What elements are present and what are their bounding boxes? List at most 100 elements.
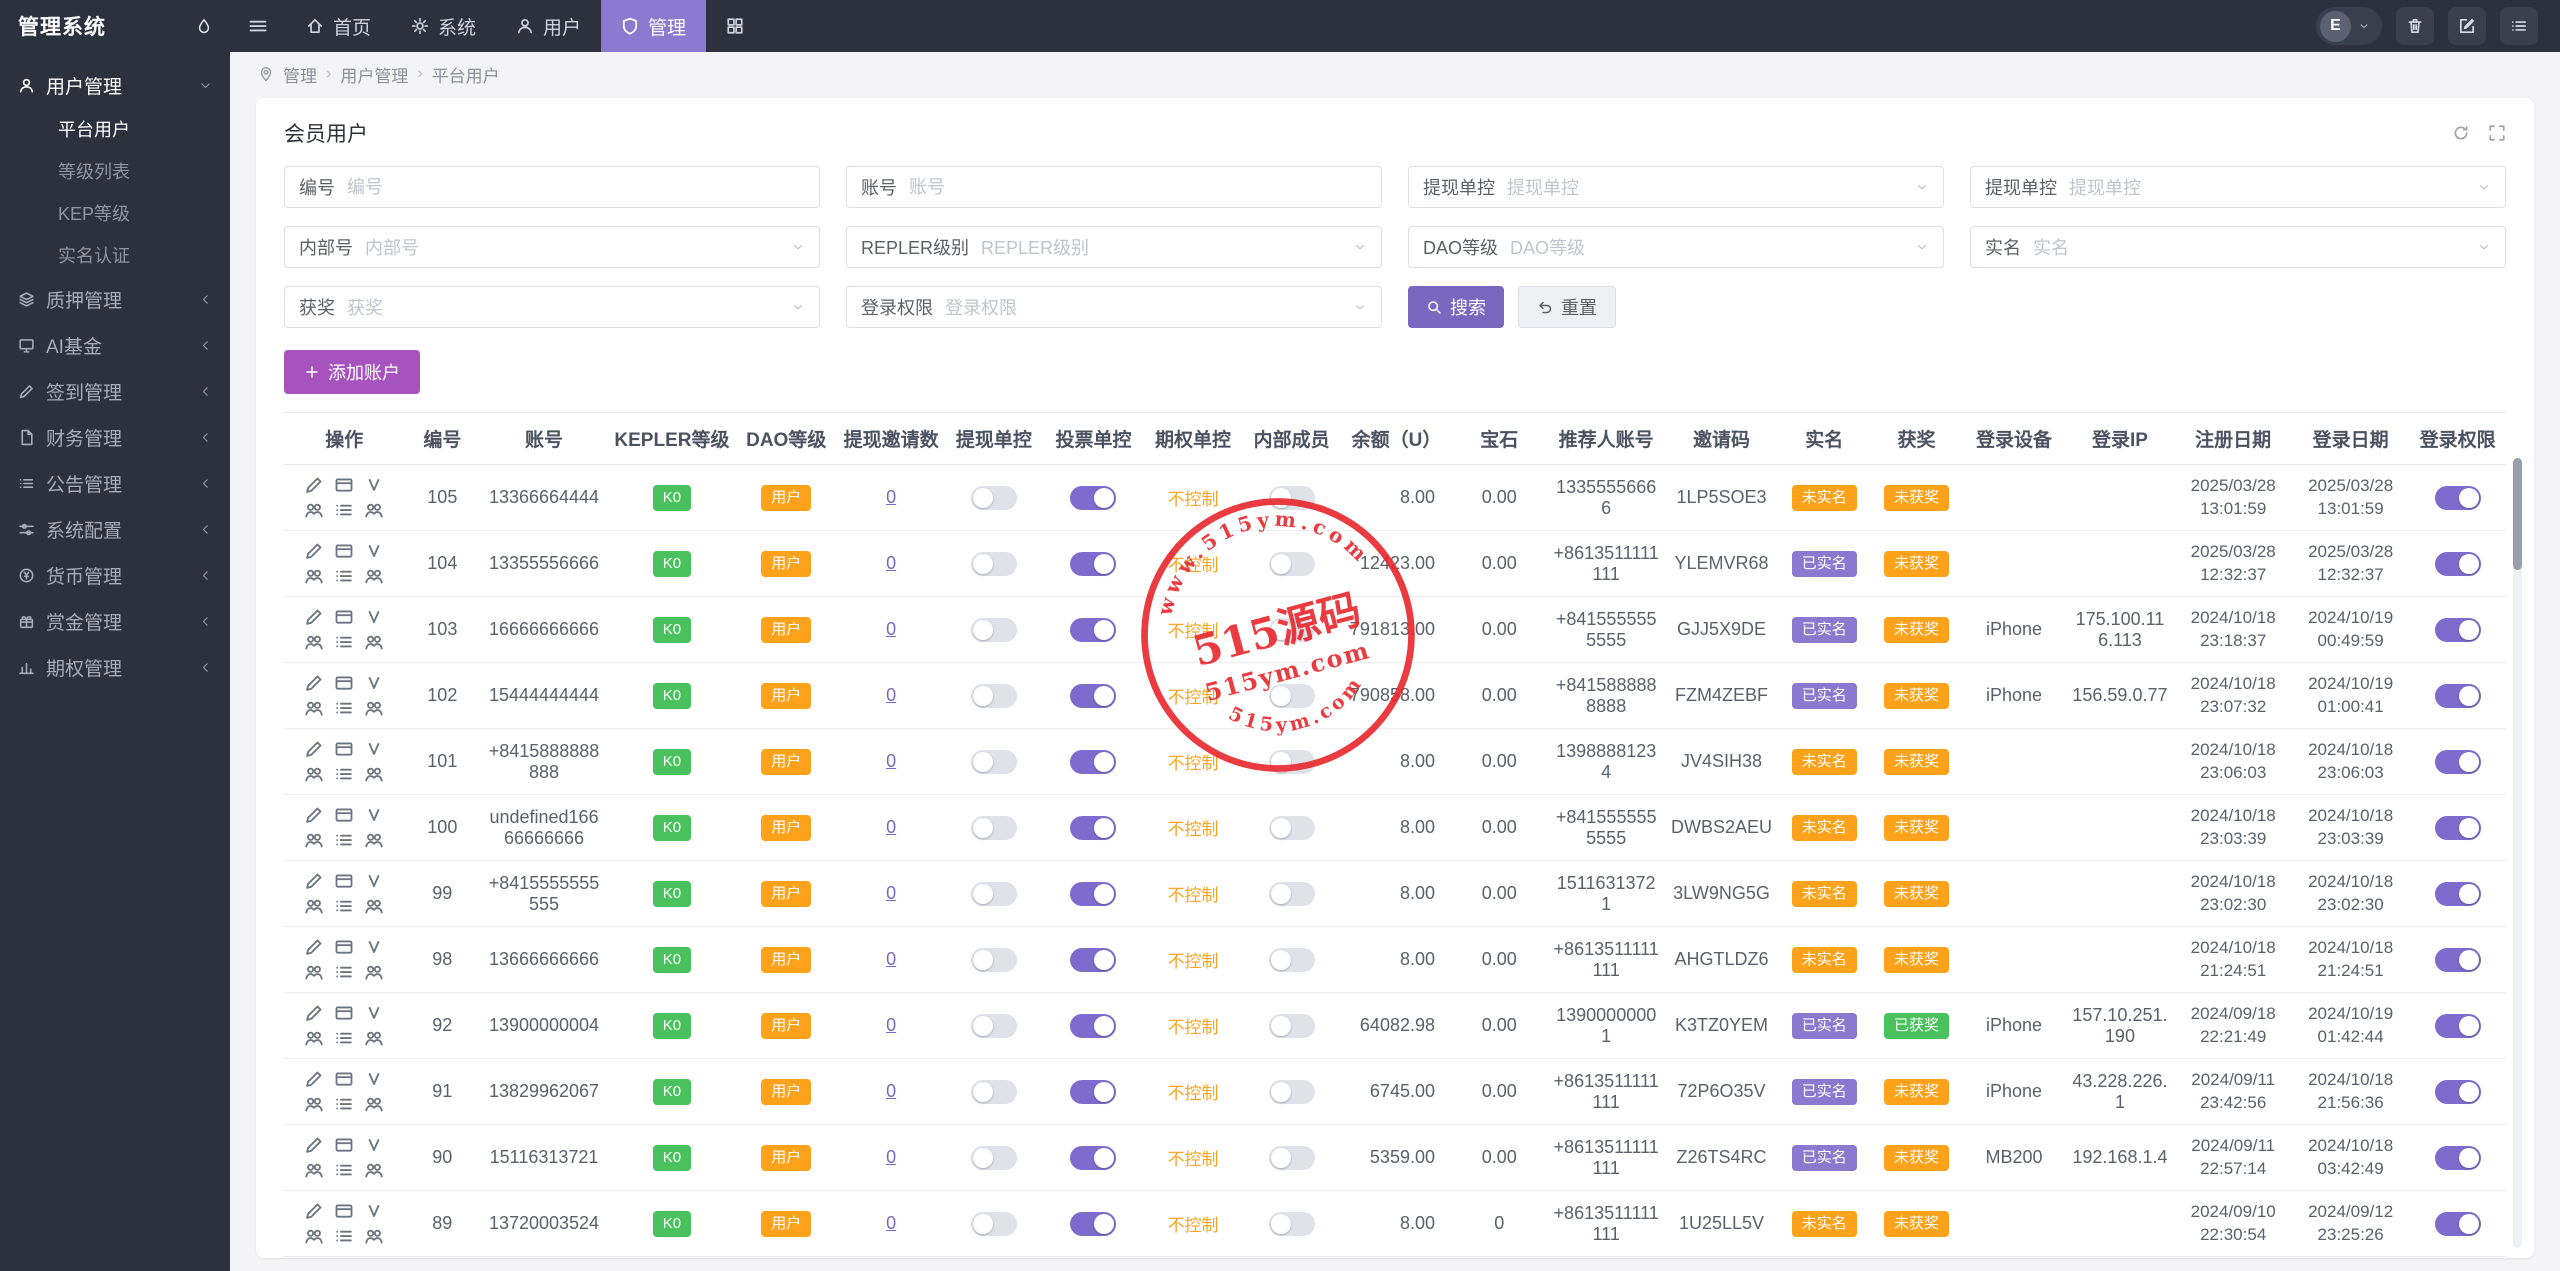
filter-login-permission[interactable]: 登录权限登录权限 <box>846 286 1382 328</box>
login-permission-toggle[interactable] <box>2435 684 2481 708</box>
invite-count-link[interactable]: 0 <box>886 1147 896 1167</box>
search-button[interactable]: 搜索 <box>1408 286 1504 328</box>
internal-member-toggle[interactable] <box>1269 816 1315 840</box>
withdraw-control-toggle[interactable] <box>971 552 1017 576</box>
internal-member-toggle[interactable] <box>1269 882 1315 906</box>
invite-count-link[interactable]: 0 <box>886 1081 896 1101</box>
team-icon[interactable] <box>364 567 384 585</box>
sidebar-section-bounty[interactable]: 赏金管理 <box>0 598 230 644</box>
login-permission-toggle[interactable] <box>2435 486 2481 510</box>
team-icon[interactable] <box>304 501 324 519</box>
invite-count-link[interactable]: 0 <box>886 949 896 969</box>
team-icon[interactable] <box>364 1161 384 1179</box>
pencil-icon[interactable] <box>304 806 324 824</box>
breadcrumb-item[interactable]: 管理 <box>283 62 317 87</box>
invite-count-link[interactable]: 0 <box>886 487 896 507</box>
option-control-link[interactable]: 不控制 <box>1168 1084 1219 1103</box>
sidebar-item-KEP等级[interactable]: KEP等级 <box>0 192 230 234</box>
team-icon[interactable] <box>304 567 324 585</box>
internal-member-toggle[interactable] <box>1269 750 1315 774</box>
v-icon[interactable] <box>364 542 384 560</box>
list-icon[interactable] <box>334 1227 354 1245</box>
card-icon[interactable] <box>334 938 354 956</box>
team-icon[interactable] <box>364 1095 384 1113</box>
vote-control-toggle[interactable] <box>1070 1212 1116 1236</box>
filter-realname[interactable]: 实名实名 <box>1970 226 2506 268</box>
list-icon[interactable] <box>334 1161 354 1179</box>
pencil-icon[interactable] <box>304 608 324 626</box>
v-icon[interactable] <box>364 1136 384 1154</box>
pencil-icon[interactable] <box>304 1202 324 1220</box>
nav-item-home[interactable]: 首页 <box>286 0 391 52</box>
invite-count-link[interactable]: 0 <box>886 685 896 705</box>
team-icon[interactable] <box>304 1161 324 1179</box>
option-control-link[interactable]: 不控制 <box>1168 688 1219 707</box>
user-menu[interactable]: E <box>2316 7 2382 45</box>
login-permission-toggle[interactable] <box>2435 1146 2481 1170</box>
nav-item-user[interactable]: 用户 <box>496 0 601 52</box>
card-icon[interactable] <box>334 1004 354 1022</box>
team-icon[interactable] <box>364 831 384 849</box>
internal-member-toggle[interactable] <box>1269 1146 1315 1170</box>
vote-control-toggle[interactable] <box>1070 618 1116 642</box>
sidebar-section-sysconf[interactable]: 系统配置 <box>0 506 230 552</box>
scrollbar-track[interactable] <box>2513 458 2522 1248</box>
pencil-icon[interactable] <box>304 1070 324 1088</box>
team-icon[interactable] <box>364 633 384 651</box>
list-icon[interactable] <box>334 765 354 783</box>
withdraw-control-toggle[interactable] <box>971 1146 1017 1170</box>
pencil-icon[interactable] <box>304 674 324 692</box>
v-icon[interactable] <box>364 740 384 758</box>
team-icon[interactable] <box>364 1227 384 1245</box>
list-icon[interactable] <box>334 501 354 519</box>
pencil-icon[interactable] <box>304 1004 324 1022</box>
card-icon[interactable] <box>334 740 354 758</box>
card-icon[interactable] <box>334 1070 354 1088</box>
login-permission-toggle[interactable] <box>2435 618 2481 642</box>
internal-member-toggle[interactable] <box>1269 948 1315 972</box>
filter-id-input[interactable] <box>347 177 805 198</box>
option-control-link[interactable]: 不控制 <box>1168 1216 1219 1235</box>
vote-control-toggle[interactable] <box>1070 486 1116 510</box>
droplet-icon[interactable] <box>196 18 212 34</box>
vote-control-toggle[interactable] <box>1070 1014 1116 1038</box>
login-permission-toggle[interactable] <box>2435 816 2481 840</box>
filter-dao-level[interactable]: DAO等级DAO等级 <box>1408 226 1944 268</box>
team-icon[interactable] <box>364 963 384 981</box>
list-icon[interactable] <box>334 831 354 849</box>
internal-member-toggle[interactable] <box>1269 486 1315 510</box>
internal-member-toggle[interactable] <box>1269 1014 1315 1038</box>
v-icon[interactable] <box>364 608 384 626</box>
card-icon[interactable] <box>334 872 354 890</box>
login-permission-toggle[interactable] <box>2435 1080 2481 1104</box>
invite-count-link[interactable]: 0 <box>886 619 896 639</box>
team-icon[interactable] <box>304 1029 324 1047</box>
internal-member-toggle[interactable] <box>1269 1080 1315 1104</box>
pencil-icon[interactable] <box>304 740 324 758</box>
pencil-icon[interactable] <box>304 938 324 956</box>
team-icon[interactable] <box>364 699 384 717</box>
breadcrumb-item[interactable]: 平台用户 <box>432 62 500 87</box>
filter-account-input[interactable] <box>909 177 1367 198</box>
sidebar-section-user-mgmt[interactable]: 用户管理 <box>0 62 230 108</box>
sidebar-section-ai-fund[interactable]: AI基金 <box>0 322 230 368</box>
sidebar-section-options[interactable]: 期权管理 <box>0 644 230 690</box>
list-icon[interactable] <box>334 897 354 915</box>
team-icon[interactable] <box>304 1227 324 1245</box>
vote-control-toggle[interactable] <box>1070 1146 1116 1170</box>
invite-count-link[interactable]: 0 <box>886 883 896 903</box>
card-icon[interactable] <box>334 542 354 560</box>
list-icon[interactable] <box>334 1029 354 1047</box>
internal-member-toggle[interactable] <box>1269 1212 1315 1236</box>
sidebar-section-finance[interactable]: 财务管理 <box>0 414 230 460</box>
trash-button[interactable] <box>2396 7 2434 45</box>
team-icon[interactable] <box>364 897 384 915</box>
team-icon[interactable] <box>304 963 324 981</box>
add-account-button[interactable]: 添加账户 <box>284 350 420 394</box>
v-icon[interactable] <box>364 872 384 890</box>
withdraw-control-toggle[interactable] <box>971 1212 1017 1236</box>
scrollbar-thumb[interactable] <box>2513 458 2522 570</box>
edit-button[interactable] <box>2448 7 2486 45</box>
team-icon[interactable] <box>304 633 324 651</box>
withdraw-control-toggle[interactable] <box>971 486 1017 510</box>
